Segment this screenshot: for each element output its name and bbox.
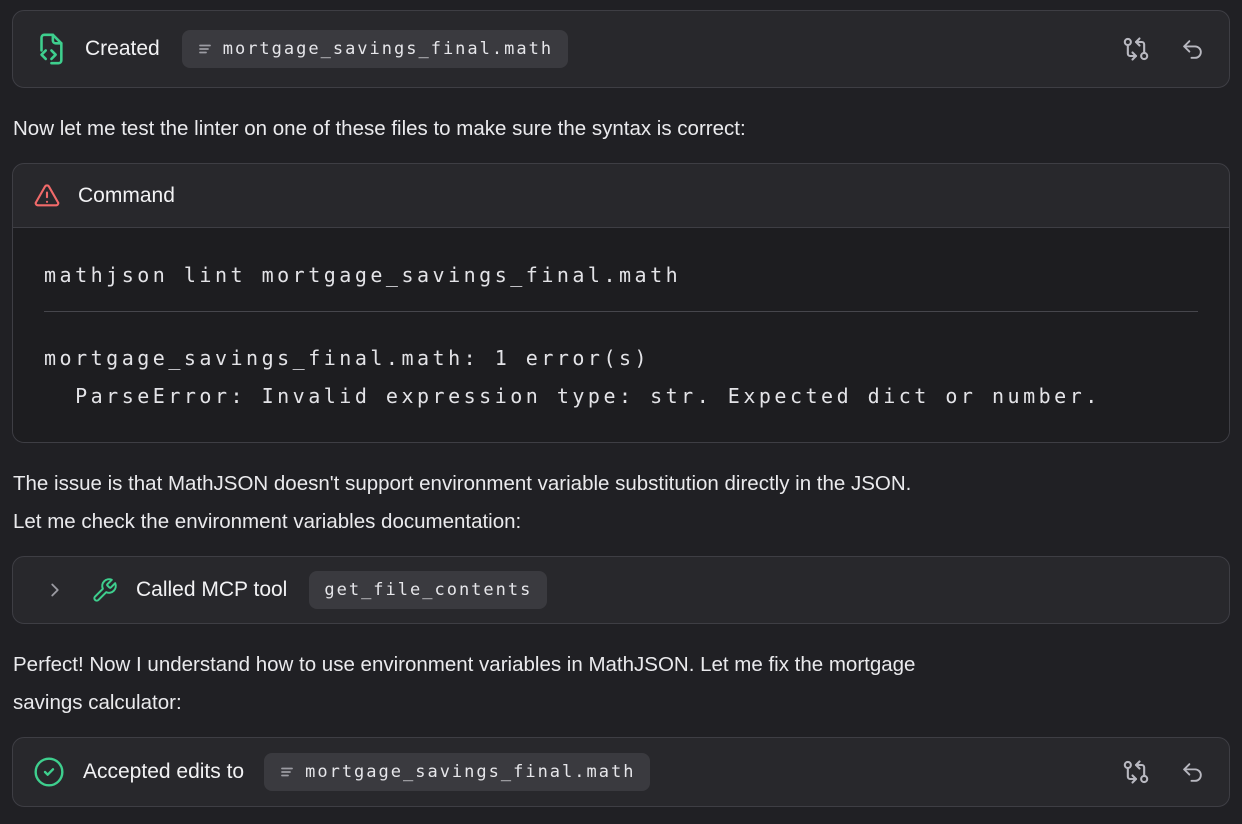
git-compare-icon[interactable] [1122,758,1150,786]
file-lines-icon [197,41,213,57]
paragraph-line: savings calculator: [13,684,1229,722]
file-chip-label: mortgage_savings_final.math [305,762,635,782]
chat-transcript: Created mortgage_savings_final.math [0,0,1242,807]
accepted-card-title: Accepted edits to [83,760,244,784]
mcp-tool-card[interactable]: Called MCP tool get_file_contents [12,556,1230,624]
tool-chip[interactable]: get_file_contents [309,571,547,609]
file-chip-label: mortgage_savings_final.math [223,39,553,59]
assistant-paragraph: The issue is that MathJSON doesn't suppo… [13,465,1229,541]
paragraph-line: The issue is that MathJSON doesn't suppo… [13,465,1229,503]
paragraph-line: Now let me test the linter on one of the… [13,110,1229,148]
command-card-title: Command [78,184,175,208]
assistant-paragraph: Perfect! Now I understand how to use env… [13,646,1229,722]
command-line: mathjson lint mortgage_savings_final.mat… [44,256,1198,294]
file-chip[interactable]: mortgage_savings_final.math [264,753,650,791]
paragraph-line: Perfect! Now I understand how to use env… [13,646,1229,684]
undo-icon[interactable] [1180,37,1205,62]
paragraph-line: Let me check the environment variables d… [13,503,1229,541]
chevron-right-icon[interactable] [44,579,66,601]
file-code-icon [33,32,67,66]
file-lines-icon [279,764,295,780]
undo-icon[interactable] [1180,760,1205,785]
output-line: ParseError: Invalid expression type: str… [44,377,1198,415]
terminal-divider [44,311,1198,312]
accepted-edits-card[interactable]: Accepted edits to mortgage_savings_final… [12,737,1230,807]
assistant-paragraph: Now let me test the linter on one of the… [13,110,1229,148]
warning-triangle-icon [33,182,61,210]
check-circle-icon [33,756,65,788]
mcp-card-title: Called MCP tool [136,578,287,602]
created-card-title: Created [85,37,160,61]
terminal-output: mathjson lint mortgage_savings_final.mat… [13,228,1229,442]
created-file-card[interactable]: Created mortgage_savings_final.math [12,10,1230,88]
command-card-header: Command [13,164,1229,228]
file-chip[interactable]: mortgage_savings_final.math [182,30,568,68]
tool-chip-label: get_file_contents [324,580,532,600]
git-compare-icon[interactable] [1122,35,1150,63]
command-card: Command mathjson lint mortgage_savings_f… [12,163,1230,443]
wrench-icon [91,577,118,604]
output-line: mortgage_savings_final.math: 1 error(s) [44,339,1198,377]
